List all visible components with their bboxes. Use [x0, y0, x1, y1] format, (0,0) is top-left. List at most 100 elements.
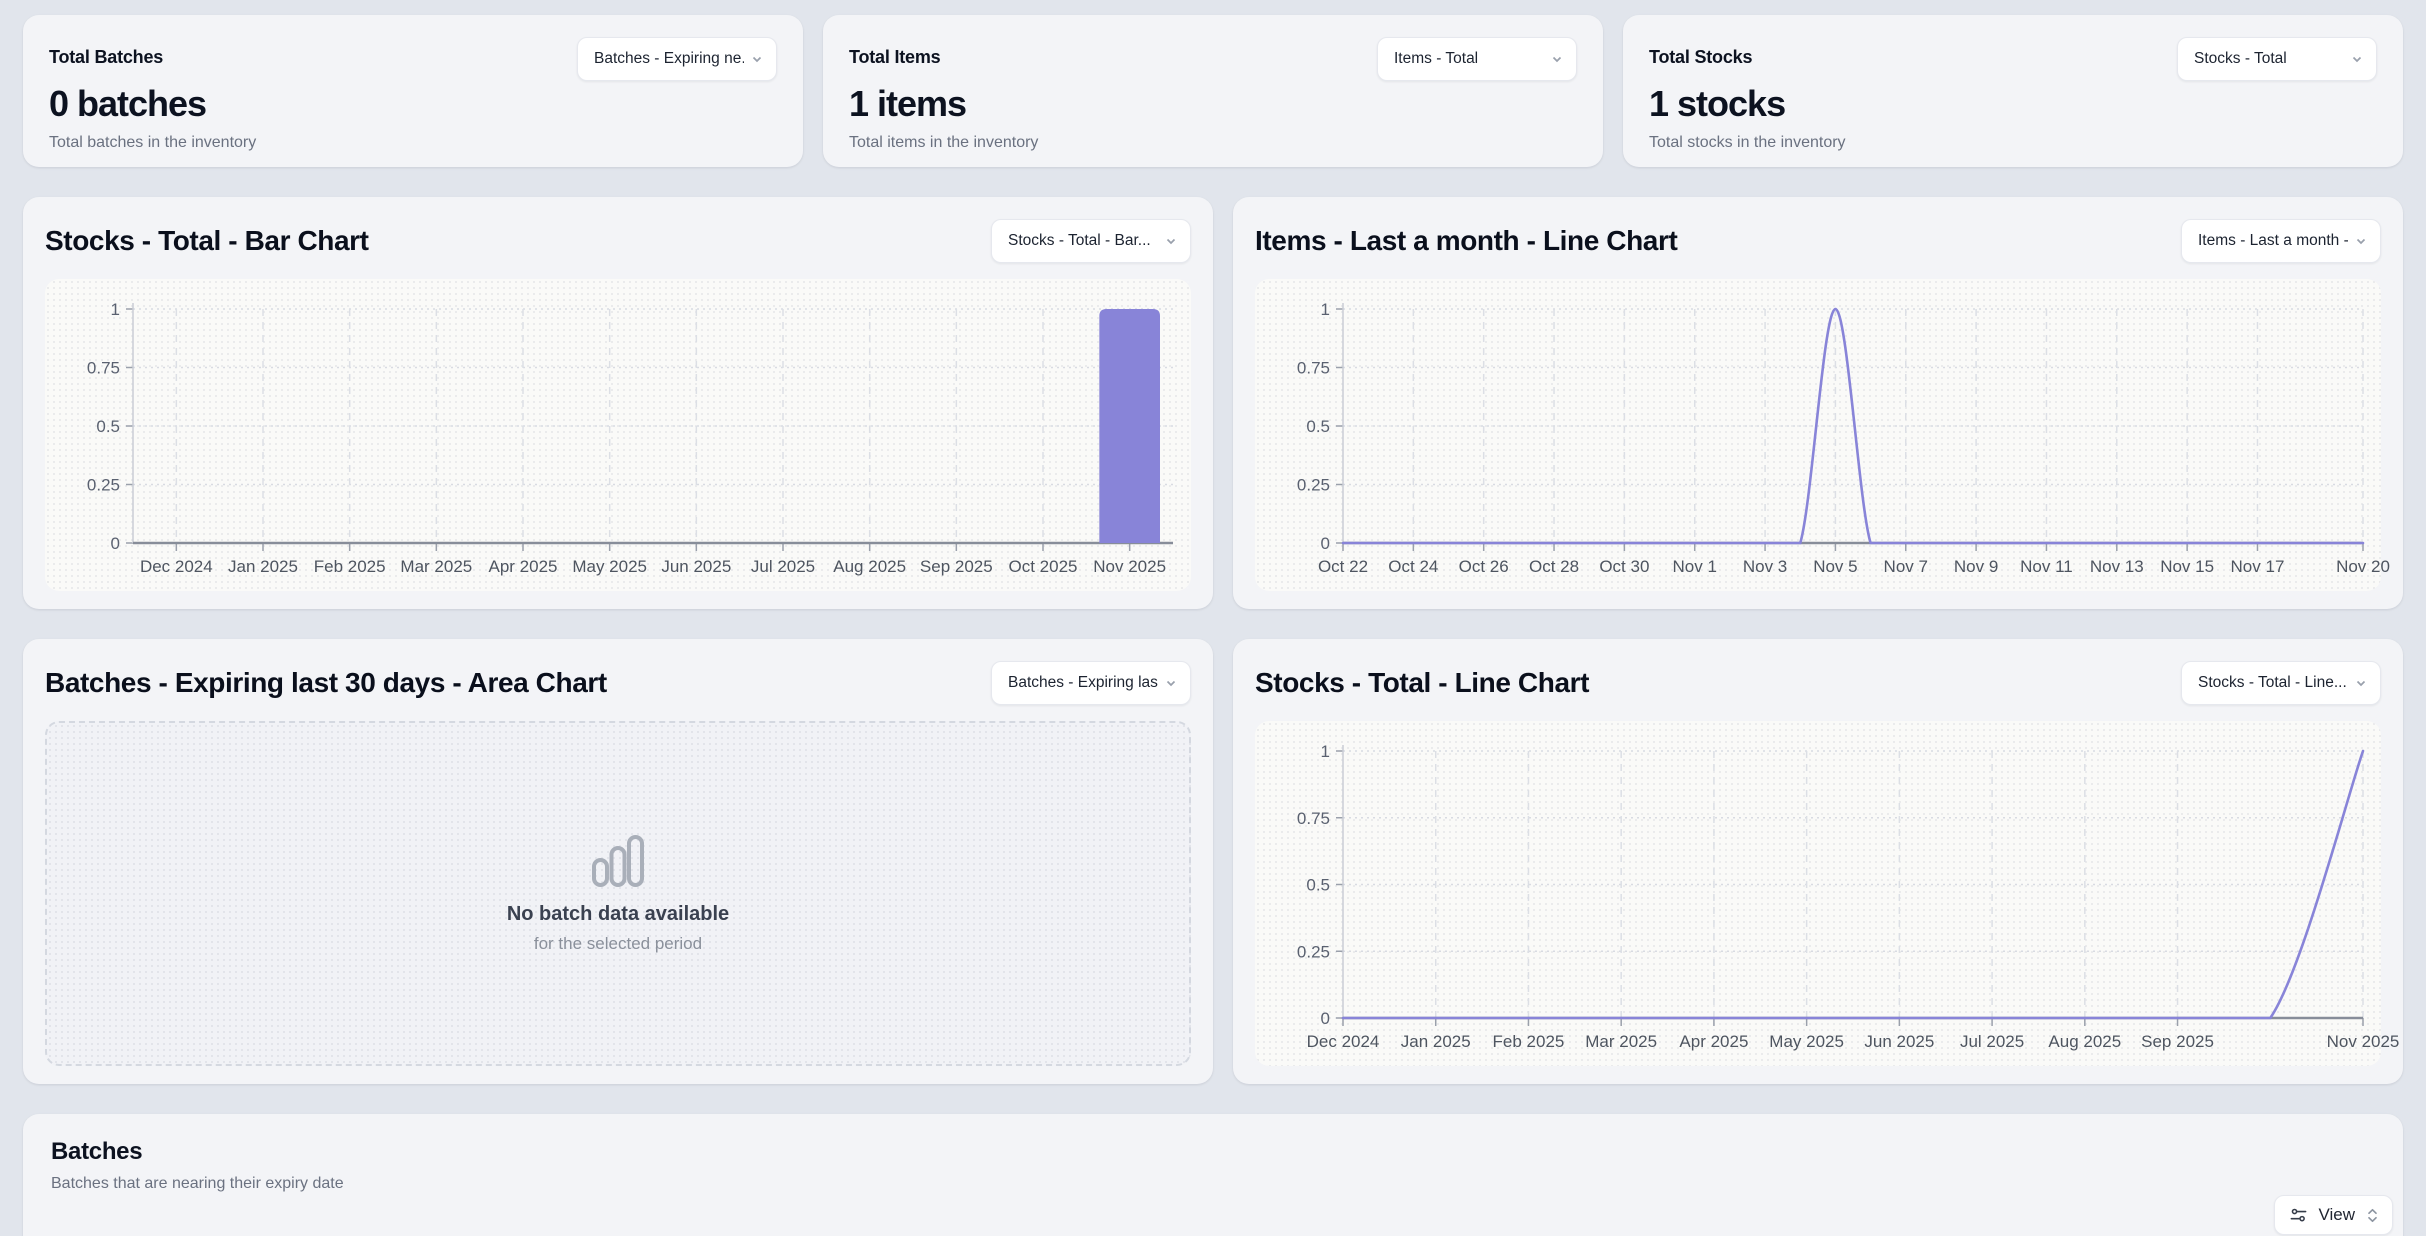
inventory-dashboard: Total Batches Batches - Expiring ne... 0…: [0, 0, 2426, 1236]
empty-state-subtitle: for the selected period: [534, 934, 702, 954]
svg-text:Nov 13: Nov 13: [2090, 557, 2144, 576]
svg-text:0.25: 0.25: [87, 476, 120, 495]
select-value: Stocks - Total: [2194, 50, 2287, 68]
stat-label: Total Stocks: [1649, 37, 1752, 68]
chevron-down-icon: [1550, 52, 1564, 66]
chart-title: Batches - Expiring last 30 days - Area C…: [45, 667, 607, 699]
chart-plot-area: 00.250.50.751Dec 2024Jan 2025Feb 2025Mar…: [1255, 721, 2381, 1066]
svg-text:0.75: 0.75: [1297, 359, 1330, 378]
chevron-down-icon: [2350, 52, 2364, 66]
svg-text:1: 1: [1321, 742, 1330, 761]
svg-text:0.5: 0.5: [1306, 876, 1330, 895]
svg-text:Nov 5: Nov 5: [1813, 557, 1857, 576]
section-title: Batches: [51, 1138, 2375, 1166]
stat-description: Total stocks in the inventory: [1649, 134, 2377, 152]
svg-text:0.25: 0.25: [1297, 476, 1330, 495]
chart-metric-select[interactable]: Stocks - Total - Bar...: [991, 219, 1191, 263]
stat-metric-select-stocks[interactable]: Stocks - Total: [2177, 37, 2377, 81]
chart-title: Stocks - Total - Bar Chart: [45, 225, 369, 257]
svg-text:0: 0: [1321, 534, 1330, 553]
svg-text:Oct 26: Oct 26: [1459, 557, 1509, 576]
table-toolbar: View: [51, 1195, 2393, 1235]
section-subtitle: Batches that are nearing their expiry da…: [51, 1175, 2375, 1193]
svg-text:Jun 2025: Jun 2025: [1864, 1032, 1934, 1051]
stat-value: 1 items: [849, 83, 1577, 125]
svg-text:Mar 2025: Mar 2025: [400, 557, 472, 576]
svg-text:Oct 2025: Oct 2025: [1009, 557, 1078, 576]
select-value: Batches - Expiring last..: [1008, 674, 1158, 692]
stat-value: 0 batches: [49, 83, 777, 125]
batches-section: Batches Batches that are nearing their e…: [23, 1114, 2403, 1236]
svg-text:Nov 7: Nov 7: [1884, 557, 1928, 576]
svg-text:Feb 2025: Feb 2025: [314, 557, 386, 576]
svg-text:Jun 2025: Jun 2025: [661, 557, 731, 576]
svg-text:Oct 28: Oct 28: [1529, 557, 1579, 576]
chart-title: Items - Last a month - Line Chart: [1255, 225, 1677, 257]
svg-text:Oct 24: Oct 24: [1388, 557, 1438, 576]
charts-row-1: Stocks - Total - Bar Chart Stocks - Tota…: [23, 197, 2403, 609]
stat-description: Total batches in the inventory: [49, 134, 777, 152]
svg-text:0: 0: [111, 534, 120, 553]
svg-text:Nov 3: Nov 3: [1743, 557, 1787, 576]
svg-text:Feb 2025: Feb 2025: [1493, 1032, 1565, 1051]
chart-plot-area: 00.250.50.751Oct 22Oct 24Oct 26Oct 28Oct…: [1255, 279, 2381, 591]
chart-title: Stocks - Total - Line Chart: [1255, 667, 1589, 699]
select-value: Stocks - Total - Bar...: [1008, 232, 1151, 250]
svg-text:Jan 2025: Jan 2025: [228, 557, 298, 576]
line-chart-canvas: 00.250.50.751Dec 2024Jan 2025Feb 2025Mar…: [1255, 721, 2381, 1066]
chevron-down-icon: [2354, 234, 2368, 248]
svg-text:Aug 2025: Aug 2025: [2048, 1032, 2121, 1051]
stat-metric-select-items[interactable]: Items - Total: [1377, 37, 1577, 81]
stats-row: Total Batches Batches - Expiring ne... 0…: [23, 15, 2403, 167]
sliders-icon: [2289, 1206, 2308, 1225]
chevron-down-icon: [1164, 234, 1178, 248]
chevron-down-icon: [1164, 676, 1178, 690]
svg-text:Mar 2025: Mar 2025: [1585, 1032, 1657, 1051]
stat-value: 1 stocks: [1649, 83, 2377, 125]
svg-text:May 2025: May 2025: [572, 557, 647, 576]
stat-description: Total items in the inventory: [849, 134, 1577, 152]
svg-text:Nov 2025: Nov 2025: [1093, 557, 1166, 576]
svg-text:0.75: 0.75: [1297, 809, 1330, 828]
svg-text:1: 1: [1321, 300, 1330, 319]
empty-state: No batch data available for the selected…: [507, 833, 729, 954]
chart-card-items-line: Items - Last a month - Line Chart Items …: [1233, 197, 2403, 609]
svg-text:1: 1: [111, 300, 120, 319]
chart-card-stocks-bar: Stocks - Total - Bar Chart Stocks - Tota…: [23, 197, 1213, 609]
stat-label: Total Batches: [49, 37, 163, 68]
chart-metric-select[interactable]: Batches - Expiring last..: [991, 661, 1191, 705]
svg-text:Nov 20: Nov 20: [2336, 557, 2390, 576]
svg-text:Nov 1: Nov 1: [1673, 557, 1717, 576]
stat-metric-select-batches[interactable]: Batches - Expiring ne...: [577, 37, 777, 81]
svg-text:Nov 9: Nov 9: [1954, 557, 1998, 576]
stat-card-total-batches: Total Batches Batches - Expiring ne... 0…: [23, 15, 803, 167]
svg-text:Oct 30: Oct 30: [1599, 557, 1649, 576]
svg-text:May 2025: May 2025: [1769, 1032, 1844, 1051]
chevron-down-icon: [750, 52, 764, 66]
svg-text:Jul 2025: Jul 2025: [751, 557, 815, 576]
svg-text:Sep 2025: Sep 2025: [920, 557, 993, 576]
svg-text:0.75: 0.75: [87, 359, 120, 378]
stat-card-total-stocks: Total Stocks Stocks - Total 1 stocks Tot…: [1623, 15, 2403, 167]
select-value: Batches - Expiring ne...: [594, 50, 744, 68]
chart-plot-area: 00.250.50.751Dec 2024Jan 2025Feb 2025Mar…: [45, 279, 1191, 591]
svg-text:0.25: 0.25: [1297, 942, 1330, 961]
line-chart-canvas: 00.250.50.751Oct 22Oct 24Oct 26Oct 28Oct…: [1255, 279, 2381, 591]
chart-card-stocks-line: Stocks - Total - Line Chart Stocks - Tot…: [1233, 639, 2403, 1084]
bar-chart-canvas: 00.250.50.751Dec 2024Jan 2025Feb 2025Mar…: [45, 279, 1191, 591]
svg-text:0: 0: [1321, 1009, 1330, 1028]
chart-metric-select[interactable]: Items - Last a month -..: [2181, 219, 2381, 263]
view-button[interactable]: View: [2274, 1195, 2393, 1235]
stat-label: Total Items: [849, 37, 940, 68]
chart-metric-select[interactable]: Stocks - Total - Line...: [2181, 661, 2381, 705]
svg-text:Nov 15: Nov 15: [2160, 557, 2214, 576]
stat-card-total-items: Total Items Items - Total 1 items Total …: [823, 15, 1603, 167]
charts-row-2: Batches - Expiring last 30 days - Area C…: [23, 639, 2403, 1084]
svg-text:Jan 2025: Jan 2025: [1401, 1032, 1471, 1051]
chart-empty-area: No batch data available for the selected…: [45, 721, 1191, 1066]
svg-text:Nov 11: Nov 11: [2020, 557, 2073, 576]
svg-text:Dec 2024: Dec 2024: [140, 557, 213, 576]
select-value: Stocks - Total - Line...: [2198, 674, 2347, 692]
svg-text:Oct 22: Oct 22: [1318, 557, 1368, 576]
empty-state-title: No batch data available: [507, 903, 729, 926]
